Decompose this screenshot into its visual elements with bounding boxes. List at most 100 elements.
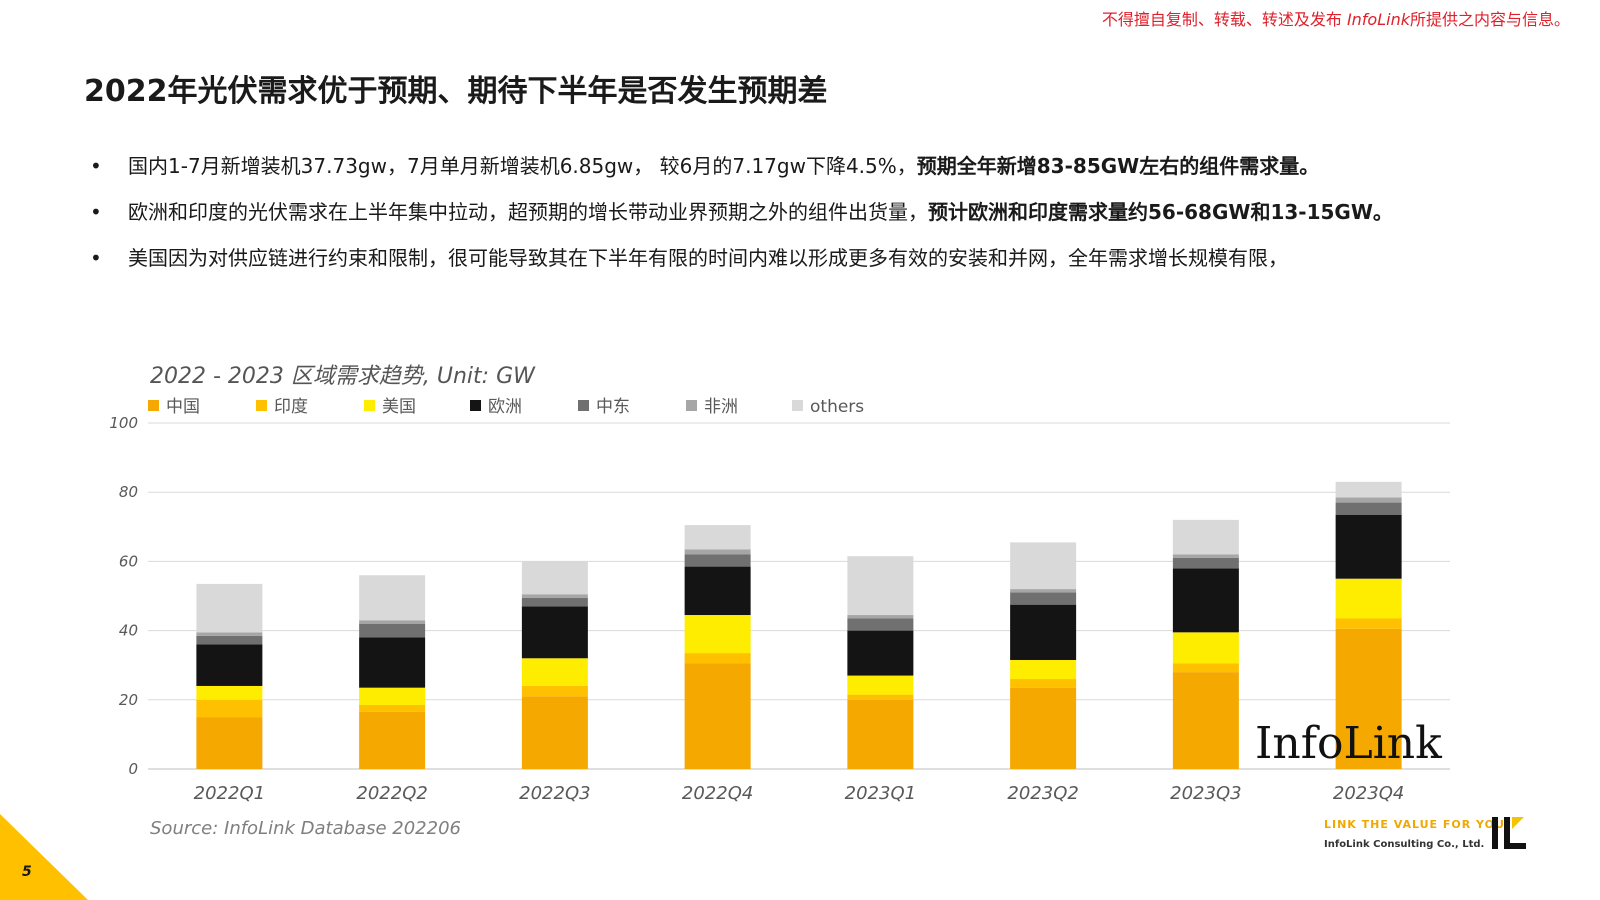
source-note: Source: InfoLink Database 202206 (150, 818, 461, 839)
bar-segment (1335, 578, 1402, 619)
legend-label: 中国 (166, 397, 200, 417)
bar-segment (1172, 568, 1239, 633)
bar-segment (847, 630, 914, 676)
bullet-dot: • (90, 246, 102, 270)
bar-segment (1010, 589, 1077, 593)
bar-segment (196, 635, 263, 645)
legend-swatch (470, 400, 481, 411)
bar-segment (359, 623, 426, 638)
brand-slogan: LINK THE VALUE FOR YOU (1324, 818, 1505, 831)
bullet-text: 欧洲和印度的光伏需求在上半年集中拉动，超预期的增长带动业界预期之外的组件出货量， (128, 200, 928, 224)
bullet-highlight: 预计欧洲和印度需求量约56-68GW和13-15GW。 (928, 200, 1393, 224)
chart-title: 2022 - 2023 区域需求趋势, Unit: GW (150, 364, 535, 389)
bar-segment (847, 694, 914, 700)
bar-segment (359, 704, 426, 712)
bar-segment (684, 653, 751, 664)
bullet-highlight: 预期全年新增83-85GW左右的组件需求量。 (916, 154, 1320, 178)
bar-segment (196, 583, 263, 633)
legend-label: 美国 (382, 397, 416, 417)
x-tick-label: 2023Q2 (1007, 783, 1078, 804)
y-tick-label: 40 (119, 622, 138, 640)
bullet-dot: • (90, 154, 102, 178)
page-corner-decoration (0, 814, 88, 900)
copyright-prefix: 不得擅自复制、转载、转述及发布 (1101, 10, 1342, 29)
x-tick-label: 2022Q2 (356, 783, 427, 804)
legend-label: 非洲 (704, 397, 738, 417)
company-name: InfoLink Consulting Co., Ltd. (1324, 839, 1485, 850)
x-tick-label: 2023Q4 (1333, 783, 1404, 804)
bar-segment (1335, 618, 1402, 629)
legend-swatch (256, 400, 267, 411)
legend-label: 中东 (596, 397, 630, 417)
bar-segment (1010, 679, 1077, 688)
bar-segment (521, 606, 588, 659)
legend-swatch (686, 400, 697, 411)
y-tick-label: 20 (119, 691, 138, 709)
bar-segment (196, 699, 263, 718)
brand-watermark: InfoLink (1255, 718, 1442, 769)
bar-segment (521, 658, 588, 686)
bar-segment (1172, 557, 1239, 569)
bar-segment (1010, 592, 1077, 605)
bar-segment (684, 554, 751, 567)
bar-segment (359, 575, 426, 621)
bullet-list: • 国内1-7月新增装机37.73gw，7月单月新增装机6.85gw， 较6月的… (88, 148, 1488, 286)
y-tick-label: 100 (109, 414, 138, 432)
chart-bars (196, 481, 1402, 769)
bar-segment (1172, 519, 1239, 555)
bar-segment (1335, 502, 1402, 515)
bullet-item: • 美国因为对供应链进行约束和限制，很可能导致其在下半年有限的时间内难以形成更多… (88, 240, 1488, 276)
legend-swatch (148, 400, 159, 411)
bar-segment (847, 556, 914, 616)
chart-legend: 中国 印度 美国 欧洲 中东 非洲 others (148, 397, 864, 417)
bar-segment (1172, 554, 1239, 558)
infolink-logo-icon (1492, 817, 1526, 849)
copyright-notice: 不得擅自复制、转载、转述及发布 InfoLink所提供之内容与信息。 (1102, 6, 1570, 30)
bar-segment (196, 685, 263, 700)
y-tick-label: 60 (119, 552, 138, 570)
bar-segment (1010, 687, 1077, 769)
y-axis: 0 20 40 60 80 100 (109, 414, 138, 778)
bar-segment (359, 711, 426, 769)
bullet-dot: • (90, 200, 102, 224)
x-tick-label: 2023Q3 (1170, 783, 1241, 804)
bar-segment (196, 717, 263, 769)
legend-label: others (810, 397, 864, 417)
bar-segment (359, 637, 426, 688)
legend-swatch (792, 400, 803, 411)
bar-segment (847, 699, 914, 769)
bar-segment (196, 632, 263, 636)
page-title: 2022年光伏需求优于预期、期待下半年是否发生预期差 (84, 74, 828, 109)
bar-segment (1335, 514, 1402, 579)
copyright-suffix: 所提供之内容与信息。 (1409, 10, 1570, 29)
bar-segment (521, 594, 588, 598)
bar-segment (359, 687, 426, 705)
bar-segment (847, 618, 914, 631)
bar-segment (196, 644, 263, 686)
bar-segment (684, 615, 751, 654)
bar-segment (1010, 660, 1077, 680)
x-axis: 2022Q1 2022Q2 2022Q3 2022Q4 2023Q1 2023Q2 2023… (194, 783, 1405, 804)
bullet-text: 国内1-7月新增装机37.73gw，7月单月新增装机6.85gw， 较6月的7.… (128, 154, 917, 178)
page-number: 5 (22, 864, 32, 880)
bar-segment (1335, 497, 1402, 503)
x-tick-label: 2022Q1 (194, 783, 265, 804)
x-tick-label: 2023Q1 (845, 783, 916, 804)
bar-segment (684, 663, 751, 769)
legend-swatch (578, 400, 589, 411)
bar-segment (1172, 663, 1239, 673)
bar-segment (1172, 632, 1239, 664)
bar-segment (1172, 672, 1239, 769)
bar-segment (1335, 481, 1402, 498)
bar-segment (684, 549, 751, 555)
bar-segment (847, 675, 914, 695)
legend-swatch (364, 400, 375, 411)
bar-segment (521, 685, 588, 697)
bar-segment (684, 566, 751, 616)
copyright-brand: InfoLink (1346, 10, 1410, 29)
bar-segment (1010, 542, 1077, 590)
bullet-item: • 国内1-7月新增装机37.73gw，7月单月新增装机6.85gw， 较6月的… (88, 148, 1488, 184)
bullet-item: • 欧洲和印度的光伏需求在上半年集中拉动，超预期的增长带动业界预期之外的组件出货… (88, 194, 1488, 230)
bar-segment (1010, 604, 1077, 661)
y-tick-label: 80 (119, 483, 138, 501)
